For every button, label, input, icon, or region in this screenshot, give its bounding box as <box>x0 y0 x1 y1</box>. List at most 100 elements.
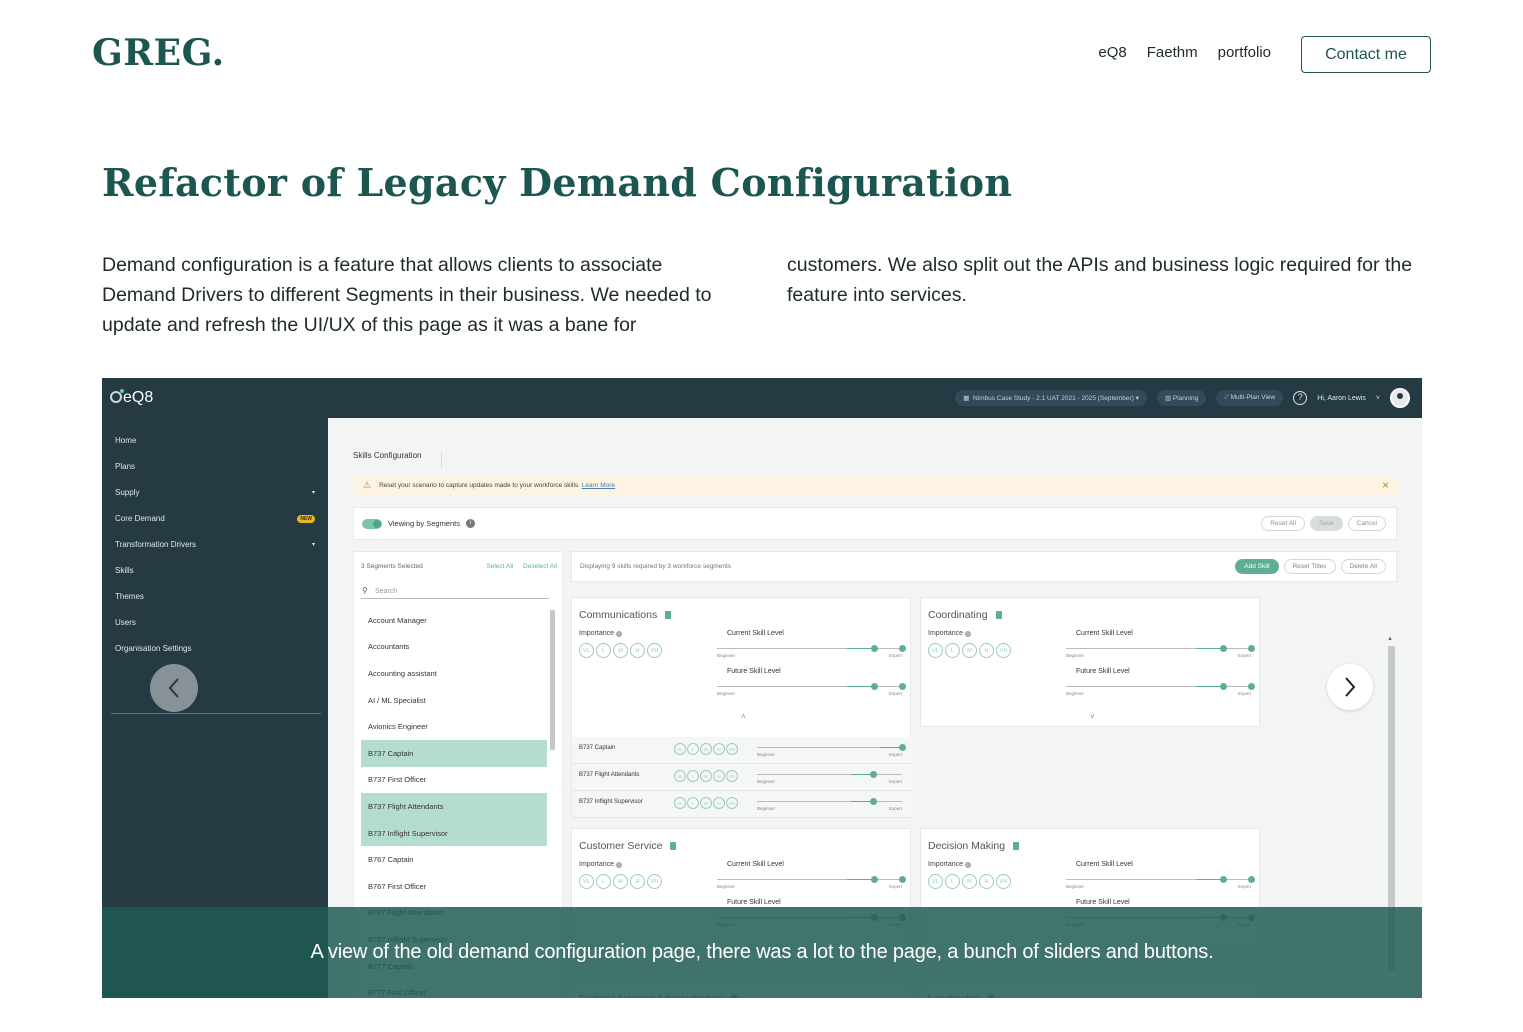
skill-level-slider[interactable]: Beginner Expert <box>757 797 902 811</box>
segment-list-item[interactable]: Accountants <box>361 634 547 661</box>
help-icon[interactable]: ? <box>1293 391 1308 405</box>
importance-option[interactable]: H <box>713 770 725 782</box>
sidebar-item-home[interactable]: Home <box>115 436 315 445</box>
chevron-up-icon[interactable]: ˄ <box>741 712 746 721</box>
importance-option[interactable]: L <box>687 770 699 782</box>
trash-icon[interactable] <box>665 611 672 619</box>
importance-option[interactable]: L <box>945 874 960 889</box>
learn-more-link[interactable]: Learn More <box>582 482 615 489</box>
slider-handle[interactable] <box>1220 683 1228 690</box>
slider-handle[interactable] <box>899 645 906 652</box>
importance-option[interactable]: L <box>596 643 611 658</box>
skill-level-slider[interactable]: Beginner Expert <box>757 743 906 757</box>
importance-option[interactable]: M <box>700 743 712 755</box>
slider-handle[interactable] <box>1220 645 1228 652</box>
sidebar-item-supply[interactable]: Supply ▾ <box>115 488 315 497</box>
importance-option[interactable]: L <box>687 743 699 755</box>
importance-option[interactable]: VH <box>726 770 738 782</box>
importance-option[interactable]: VH <box>726 797 738 809</box>
importance-option[interactable]: VL <box>674 797 686 809</box>
slider-handle[interactable] <box>871 645 879 652</box>
sidebar-item-users[interactable]: Users <box>115 618 315 627</box>
cancel-button[interactable]: Cancel <box>1347 516 1386 531</box>
importance-option[interactable]: M <box>700 797 712 809</box>
segment-list-item[interactable]: B737 Inflight Supervisor <box>361 819 547 847</box>
slider-handle[interactable] <box>1248 876 1255 883</box>
slider-handle[interactable] <box>870 771 877 778</box>
chevron-down-icon[interactable]: ˅ <box>1090 712 1095 721</box>
segment-list-item[interactable]: Account Manager <box>361 607 547 634</box>
importance-option[interactable]: H <box>630 874 645 889</box>
nav-link-faethm[interactable]: Faethm <box>1147 44 1198 61</box>
slider-handle[interactable] <box>1220 876 1228 883</box>
importance-option[interactable]: VH <box>726 743 738 755</box>
importance-option[interactable]: M <box>962 643 977 658</box>
importance-option[interactable]: VL <box>579 874 594 889</box>
segment-list-item[interactable]: B767 Captain <box>361 846 547 873</box>
importance-option[interactable]: H <box>713 797 725 809</box>
segment-list-item[interactable]: Avionics Engineer <box>361 713 547 740</box>
importance-option[interactable]: M <box>613 874 628 889</box>
importance-option[interactable]: M <box>700 770 712 782</box>
importance-option[interactable]: M <box>962 874 977 889</box>
planning-button[interactable]: ▥ Planning <box>1156 390 1207 406</box>
sidebar-item-plans[interactable]: Plans <box>115 462 315 471</box>
carousel-prev-button[interactable] <box>150 664 198 712</box>
importance-option[interactable]: VL <box>674 743 686 755</box>
slider-handle[interactable] <box>1248 645 1255 652</box>
importance-option[interactable]: L <box>687 797 699 809</box>
importance-option[interactable]: VH <box>647 874 662 889</box>
slider-handle[interactable] <box>871 876 879 883</box>
scenario-selector[interactable]: ▦ Nimbus Case Study - 2.1 UAT 2021 - 202… <box>955 390 1147 406</box>
skill-level-slider[interactable]: Beginner Expert <box>1066 644 1255 658</box>
segment-list-scrollbar[interactable] <box>550 610 555 750</box>
segment-list-item[interactable]: B737 Flight Attendants <box>361 793 547 820</box>
user-menu-caret-icon[interactable]: ˅ <box>1376 395 1380 402</box>
sidebar-item-core-demand[interactable]: Core Demand NEW <box>115 514 315 523</box>
importance-option[interactable]: VL <box>579 643 594 658</box>
nav-link-portfolio[interactable]: portfolio <box>1218 44 1271 61</box>
delete-all-button[interactable]: Delete All <box>1340 559 1386 574</box>
importance-option[interactable]: VH <box>996 643 1011 658</box>
importance-option[interactable]: L <box>596 874 611 889</box>
contact-me-button[interactable]: Contact me <box>1301 36 1431 73</box>
importance-option[interactable]: VL <box>928 643 943 658</box>
importance-option[interactable]: H <box>630 643 645 658</box>
skill-level-slider[interactable]: Beginner Expert <box>1066 875 1255 889</box>
segment-list-item[interactable]: Accounting assistant <box>361 660 547 687</box>
scroll-up-icon[interactable]: ▲ <box>1387 636 1393 642</box>
slider-handle[interactable] <box>899 683 906 690</box>
reset-titles-button[interactable]: Reset Titles <box>1283 559 1336 574</box>
select-all-link[interactable]: Select All <box>486 563 513 570</box>
sidebar-item-transformation-drivers[interactable]: Transformation Drivers ▾ <box>115 540 315 549</box>
sidebar-item-themes[interactable]: Themes <box>115 592 315 601</box>
segment-list-item[interactable]: B767 First Officer <box>361 873 547 900</box>
deselect-all-link[interactable]: Deselect All <box>523 563 557 570</box>
trash-icon[interactable] <box>995 611 1002 619</box>
segments-toggle[interactable] <box>362 518 382 529</box>
importance-option[interactable]: VH <box>996 874 1011 889</box>
slider-handle[interactable] <box>871 683 879 690</box>
segment-list-item[interactable]: B737 First Officer <box>361 767 547 794</box>
site-logo[interactable]: GREG. <box>92 32 225 74</box>
segment-list-item[interactable]: AI / ML Specialist <box>361 687 547 714</box>
importance-option[interactable]: VL <box>674 770 686 782</box>
importance-option[interactable]: H <box>979 874 994 889</box>
skill-level-slider[interactable]: Beginner Expert <box>717 875 906 889</box>
sidebar-item-organisation-settings[interactable]: Organisation Settings <box>115 644 315 653</box>
skill-level-slider[interactable]: Beginner Expert <box>757 770 902 784</box>
sidebar-item-skills[interactable]: Skills <box>115 566 315 575</box>
close-icon[interactable]: × <box>1382 478 1389 492</box>
save-button[interactable]: Save <box>1309 516 1343 531</box>
add-skill-button[interactable]: Add Skill <box>1235 559 1279 574</box>
trash-icon[interactable] <box>1013 842 1020 850</box>
importance-option[interactable]: L <box>945 643 960 658</box>
tab-skills-configuration[interactable]: Skills Configuration <box>353 451 443 469</box>
multi-plan-view-button[interactable]: ⟋ Multi-Plan View <box>1216 390 1284 406</box>
skill-level-slider[interactable]: Beginner Expert <box>717 644 906 658</box>
segment-list-item[interactable]: B737 Captain <box>361 739 547 767</box>
importance-option[interactable]: VH <box>647 643 662 658</box>
info-icon[interactable]: i <box>466 519 475 528</box>
slider-handle[interactable] <box>899 876 906 883</box>
segment-search-input[interactable]: ⚲ Search <box>361 585 549 599</box>
